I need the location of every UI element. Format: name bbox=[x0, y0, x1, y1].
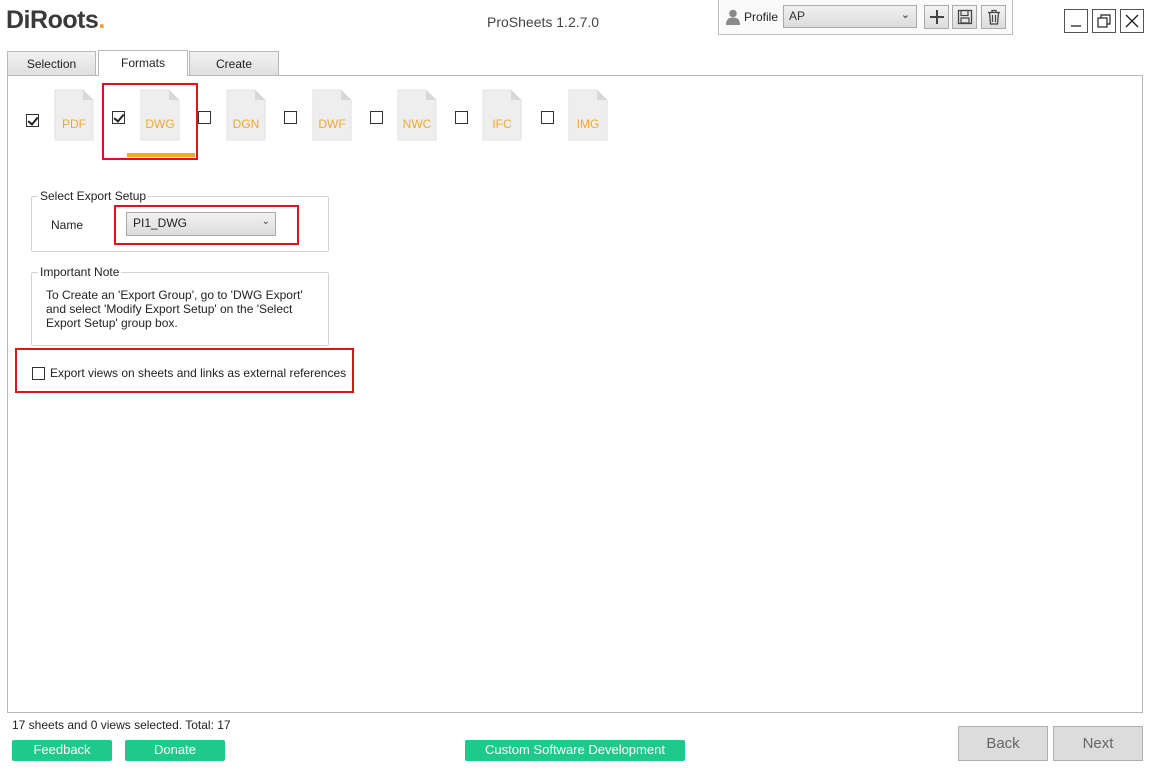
dwf-label: DWF bbox=[318, 117, 346, 131]
plus-icon bbox=[929, 10, 944, 24]
dwf-checkbox[interactable] bbox=[284, 111, 297, 124]
nwc-checkbox[interactable] bbox=[370, 111, 383, 124]
minimize-button[interactable] bbox=[1064, 9, 1088, 33]
ifc-checkbox[interactable] bbox=[455, 111, 468, 124]
save-profile-button[interactable] bbox=[952, 5, 977, 29]
ifc-file-icon[interactable]: IFC bbox=[482, 89, 522, 141]
formats-panel bbox=[7, 75, 1143, 713]
next-button[interactable]: Next bbox=[1053, 726, 1143, 761]
tab-formats[interactable]: Formats bbox=[98, 50, 188, 76]
profile-select[interactable]: AP ⌄ bbox=[783, 5, 917, 28]
dgn-file-icon[interactable]: DGN bbox=[226, 89, 266, 141]
dgn-checkbox[interactable] bbox=[198, 111, 211, 124]
back-button[interactable]: Back bbox=[958, 726, 1048, 761]
nwc-label: NWC bbox=[402, 117, 432, 131]
export-setup-title: Select Export Setup bbox=[38, 189, 149, 203]
donate-button[interactable]: Donate bbox=[125, 740, 225, 761]
pdf-file-icon[interactable]: PDF bbox=[54, 89, 94, 141]
img-file-icon[interactable]: IMG bbox=[568, 89, 608, 141]
feedback-button[interactable]: Feedback bbox=[12, 740, 112, 761]
important-note-text: To Create an 'Export Group', go to 'DWG … bbox=[46, 288, 303, 330]
custom-software-button[interactable]: Custom Software Development bbox=[465, 740, 685, 761]
minimize-icon bbox=[1071, 25, 1081, 27]
profile-bar: Profile AP ⌄ bbox=[718, 0, 1013, 35]
profile-label: Profile bbox=[744, 10, 779, 24]
restore-button[interactable] bbox=[1092, 9, 1116, 33]
add-profile-button[interactable] bbox=[924, 5, 949, 29]
selection-status: 17 sheets and 0 views selected. Total: 1… bbox=[12, 718, 231, 732]
ifc-label: IFC bbox=[492, 117, 512, 131]
dwf-file-icon[interactable]: DWF bbox=[312, 89, 352, 141]
pdf-label: PDF bbox=[62, 117, 86, 131]
dgn-label: DGN bbox=[232, 117, 260, 131]
tab-selection[interactable]: Selection bbox=[7, 51, 96, 76]
dropdown-highlight-box bbox=[114, 205, 299, 245]
tab-create[interactable]: Create bbox=[189, 51, 279, 76]
dwg-highlight-box bbox=[102, 83, 198, 160]
profile-value: AP bbox=[789, 9, 806, 23]
delete-profile-button[interactable] bbox=[981, 5, 1006, 29]
external-refs-highlight-box bbox=[15, 348, 354, 393]
img-checkbox[interactable] bbox=[541, 111, 554, 124]
trash-icon bbox=[987, 9, 1000, 25]
restore-icon bbox=[1097, 14, 1111, 28]
important-note-title: Important Note bbox=[38, 265, 122, 279]
close-button[interactable] bbox=[1120, 9, 1144, 33]
close-icon bbox=[1125, 14, 1139, 28]
img-label: IMG bbox=[576, 117, 600, 131]
save-icon bbox=[957, 9, 972, 25]
app-title: ProSheets 1.2.7.0 bbox=[487, 14, 600, 30]
chevron-down-icon: ⌄ bbox=[900, 9, 910, 21]
diroots-logo: DiRoots. bbox=[6, 6, 105, 34]
name-label: Name bbox=[51, 218, 84, 232]
nwc-file-icon[interactable]: NWC bbox=[397, 89, 437, 141]
user-icon bbox=[726, 9, 740, 25]
pdf-checkbox[interactable] bbox=[26, 114, 39, 127]
